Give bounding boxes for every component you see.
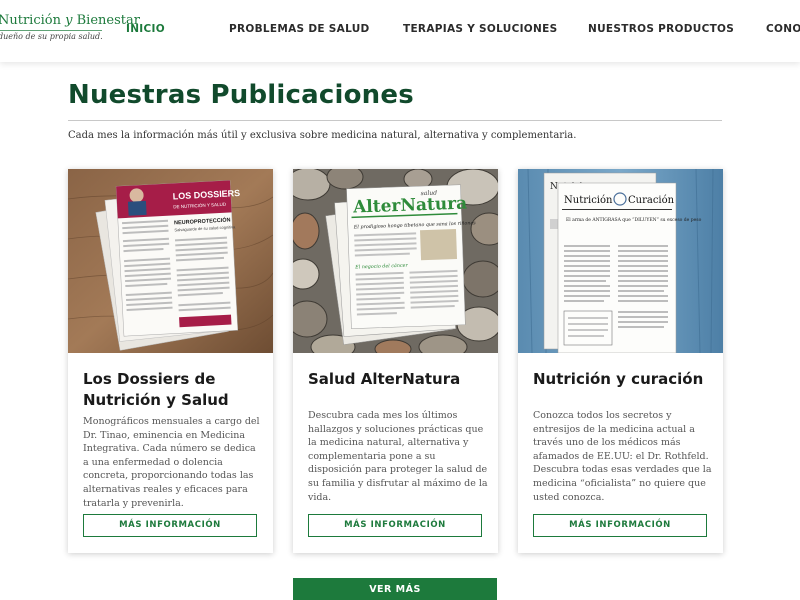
publication-card-dossiers: LOS DOSSIERS DE NUTRICIÓN Y SALUD NEUROP…: [68, 169, 273, 553]
nutricion-curacion-cover-image[interactable]: Nutrici Nutrición Curación El arma de AN…: [518, 169, 723, 353]
dossiers-card-description: Monográficos mensuales a cargo del Dr. T…: [83, 416, 260, 509]
nutricion-curacion-more-info-button[interactable]: MÁS INFORMACIÓN: [533, 514, 707, 537]
dossiers-card-title[interactable]: Los Dossiers de Nutrición y Salud: [83, 369, 263, 411]
nutricion-curacion-card-title[interactable]: Nutrición y curación: [533, 369, 713, 390]
nav-item-inicio[interactable]: INICIO: [126, 23, 165, 35]
site-logo[interactable]: Nutrición y Bienestar dueño de su propia…: [0, 13, 140, 41]
publication-card-nutricion-curacion: Nutrici Nutrición Curación El arma de AN…: [518, 169, 723, 553]
nutricion-cover-masthead-right: Curación: [628, 195, 675, 206]
alternatura-cover-image[interactable]: salud AlterNatura El prodigioso hongo ti…: [293, 169, 498, 353]
site-header: Nutrición y Bienestar dueño de su propia…: [0, 0, 800, 62]
section-subtitle: Cada mes la información más útil y exclu…: [68, 130, 577, 141]
dossiers-more-info-button[interactable]: MÁS INFORMACIÓN: [83, 514, 257, 537]
see-more-button[interactable]: VER MÁS: [293, 578, 497, 600]
logo-divider: [0, 30, 102, 31]
publication-card-alternatura: salud AlterNatura El prodigioso hongo ti…: [293, 169, 498, 553]
nav-item-terapias-y-soluciones[interactable]: TERAPIAS Y SOLUCIONES: [403, 23, 557, 35]
nav-item-conozcanos[interactable]: CONOZ: [766, 23, 800, 35]
nutricion-cover-masthead-left: Nutrición: [564, 195, 613, 206]
page-title: Nuestras Publicaciones: [68, 80, 414, 110]
logo-title: Nutrición y Bienestar: [0, 13, 140, 28]
nav-item-nuestros-productos[interactable]: NUESTROS PRODUCTOS: [588, 23, 734, 35]
title-divider: [68, 120, 722, 121]
nutricion-curacion-card-description: Conozca todos los secretos y entresijos …: [533, 410, 712, 503]
nutricion-cover-headline: El arma de ANTIGRASA que “DILUYEN” su ex…: [566, 216, 702, 223]
logo-tagline: dueño de su propia salud.: [0, 32, 103, 41]
dossiers-cover-image[interactable]: LOS DOSSIERS DE NUTRICIÓN Y SALUD NEUROP…: [68, 169, 273, 353]
nav-item-problemas-de-salud[interactable]: PROBLEMAS DE SALUD: [229, 23, 370, 35]
alternatura-card-description: Descubra cada mes los últimos hallazgos …: [308, 410, 488, 503]
alternatura-more-info-button[interactable]: MÁS INFORMACIÓN: [308, 514, 482, 537]
alternatura-card-title[interactable]: Salud AlterNatura: [308, 369, 488, 390]
